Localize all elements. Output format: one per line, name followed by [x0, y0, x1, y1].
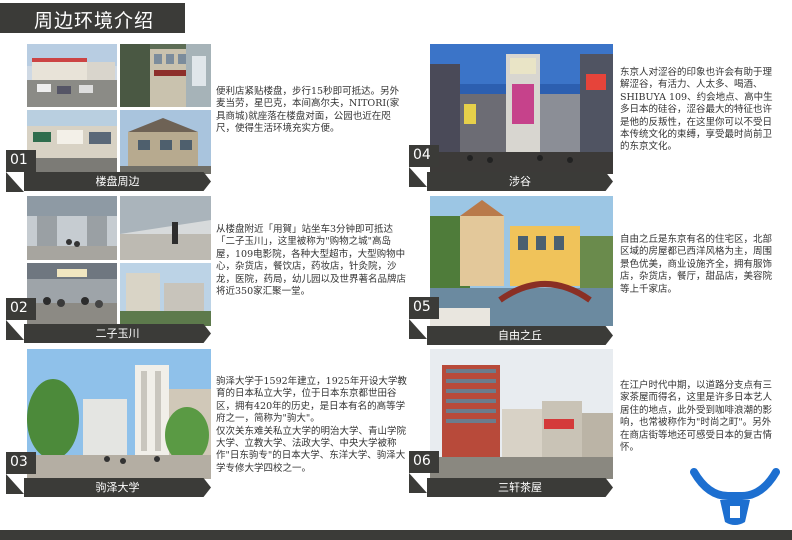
section-03-wedge: [6, 474, 24, 494]
header: 周边环境介绍: [0, 0, 792, 36]
photo-sangenjaya: [430, 349, 613, 479]
section-04-description: 东京人对涩谷的印象也许会有助于理解涩谷，有活力、人太多、喝酒、SHIBUYA 1…: [620, 67, 773, 153]
section-03-number: 03: [10, 454, 28, 470]
section-05-number-tab: 05: [409, 297, 439, 319]
section-06-caption: 三轩茶屋: [498, 481, 542, 494]
section-03-description: 驹泽大学于1592年建立，1925年开设大学教育的日本私立大学，位于日本东京都世…: [216, 376, 407, 474]
photo-building-facade: [120, 44, 211, 107]
section-02-number-tab: 02: [6, 298, 36, 320]
footer-bar: [0, 530, 792, 540]
section-05-number: 05: [413, 299, 431, 315]
section-02-photos: [27, 196, 211, 326]
section-01-photos: [27, 44, 211, 174]
section-05-caption-strip: 自由之丘: [427, 326, 613, 345]
photo-department-store: [120, 263, 211, 326]
section-02-description: 从楼盘附近「用賀」站坐车3分钟即可抵达「二子玉川」，这里被称为"购物之城"高岛屋…: [216, 224, 407, 298]
section-01-wedge: [6, 172, 24, 192]
section-04-wedge: [409, 167, 427, 187]
section-06-caption-strip: 三轩茶屋: [427, 478, 613, 497]
photo-station-crowd: [27, 263, 117, 326]
photo-jiyugaoka: [430, 196, 613, 326]
section-02-caption-strip: 二子玉川: [24, 324, 211, 343]
section-04-photos: [430, 44, 613, 174]
section-04-number: 04: [413, 147, 431, 163]
section-05-wedge: [409, 319, 427, 339]
section-06-wedge: [409, 473, 427, 493]
photo-residential: [120, 110, 211, 174]
photo-university-campus: [27, 349, 211, 479]
section-06-number-tab: 06: [409, 451, 439, 473]
section-05-caption: 自由之丘: [498, 329, 542, 342]
page-title: 周边环境介绍: [34, 10, 155, 32]
photo-station-walkway: [27, 196, 117, 260]
section-01-caption: 楼盘周边: [95, 175, 140, 188]
section-04-caption-strip: 涉谷: [427, 172, 613, 191]
section-04-number-tab: 04: [409, 145, 439, 167]
section-02-number: 02: [10, 300, 28, 316]
section-01-description: 便利店紧贴楼盘，步行15秒即可抵达。另外麦当劳，星巴克，本间高尔夫，NITORI…: [216, 86, 400, 135]
section-03-caption: 驹泽大学: [95, 481, 140, 494]
section-06-number: 06: [413, 453, 431, 469]
photo-shibuya: [430, 44, 613, 174]
section-01-number-tab: 01: [6, 150, 36, 172]
photo-convenience-store: [27, 44, 117, 107]
bull-horn-logo: [690, 466, 780, 528]
section-04-caption: 涉谷: [509, 175, 531, 188]
section-05-description: 自由之丘是东京有名的住宅区，北部区域的房屋都已西洋风格为主，周围景色优美，商业设…: [620, 234, 773, 295]
section-01-caption-strip: 楼盘周边: [24, 172, 211, 191]
photo-shopping-arcade: [120, 196, 211, 260]
photo-street-shops: [27, 110, 117, 174]
section-06-photos: [430, 349, 613, 479]
section-03-caption-strip: 驹泽大学: [24, 478, 211, 497]
section-06-description: 在江户时代中期，以道路分支点有三家茶屋而得名，这里是许多日本艺人居住的地点，此外…: [620, 380, 773, 454]
section-05-photos: [430, 196, 613, 326]
section-02-caption: 二子玉川: [95, 327, 140, 340]
section-03-photos: [27, 349, 211, 479]
section-01-number: 01: [10, 152, 28, 168]
section-02-wedge: [6, 320, 24, 340]
section-03-number-tab: 03: [6, 452, 36, 474]
